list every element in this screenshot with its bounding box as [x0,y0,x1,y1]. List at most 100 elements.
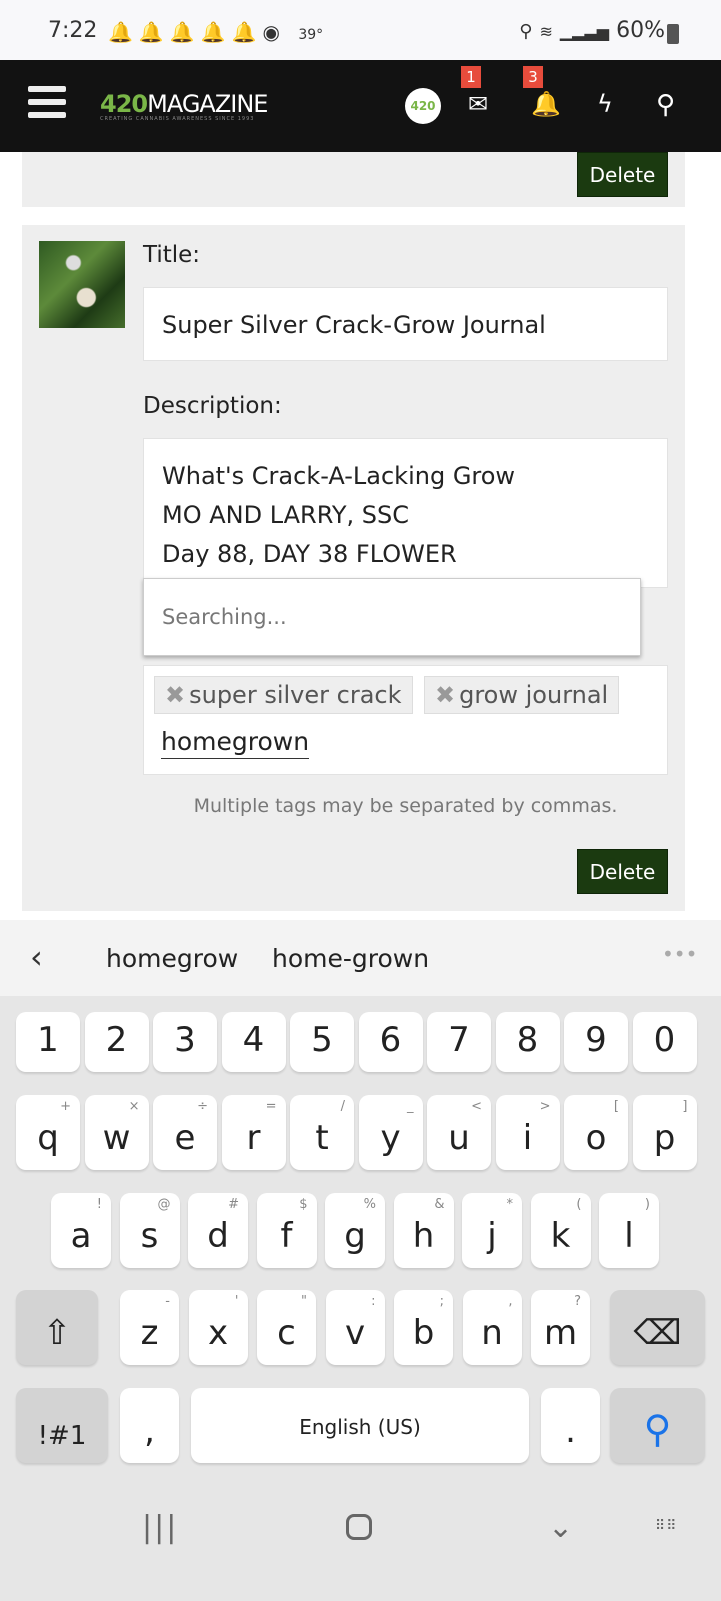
key-alt-label: $ [299,1197,308,1212]
key-alt-label: _ [407,1099,414,1114]
key-label: o [585,1118,607,1158]
key-8[interactable]: 8 [495,1012,560,1072]
suggestion-item[interactable]: homegrow [106,944,238,973]
wifi-icon: ≋ [539,22,553,41]
site-logo[interactable]: 420MAGAZINE CREATING CANNABIS AWARENESS S… [100,90,268,122]
key-p[interactable]: ] p [632,1095,697,1170]
key-alt-label: , [508,1294,513,1309]
key-1[interactable]: 1 [16,1012,80,1072]
key-6[interactable]: 6 [358,1012,423,1072]
key-label: b [412,1313,435,1353]
key-w[interactable]: × w [84,1095,149,1170]
tags-input[interactable]: ✖ super silver crack ✖ grow journal homegr… [143,665,668,775]
media-card: Delete [22,152,685,207]
lightning-icon[interactable]: ϟ [597,90,613,118]
search-icon[interactable]: ⚲ [610,1388,705,1463]
key-c[interactable]: " c [257,1290,316,1365]
key-label: n [481,1313,503,1353]
key-z[interactable]: -z [120,1290,179,1365]
key-j[interactable]: * j [462,1193,522,1268]
remove-tag-icon[interactable]: ✖ [435,681,455,709]
key-d[interactable]: # d [188,1193,248,1268]
key-s[interactable]: @ s [119,1193,180,1268]
key-f[interactable]: $ f [256,1193,317,1268]
key-t[interactable]: / t [290,1095,354,1170]
key-label: x [207,1313,229,1353]
delete-button[interactable]: Delete [577,152,668,197]
key-alt-label: * [506,1197,514,1212]
key-u[interactable]: < u [427,1095,491,1170]
key-alt-label: + [60,1099,71,1114]
key-g[interactable]: % g [325,1193,385,1268]
search-icon[interactable]: ⚲ [656,90,675,120]
remove-tag-icon[interactable]: ✖ [165,681,185,709]
shift-icon[interactable]: ⇧ [16,1290,98,1365]
back-chevron-icon[interactable]: ‹ [30,938,43,976]
delete-button[interactable]: Delete [577,849,668,894]
key-b[interactable]: ; b [394,1290,453,1365]
suggestion-item[interactable]: home-grown [272,944,429,973]
key-label: h [412,1216,435,1256]
keyboard-switch-icon[interactable]: ⠿⠿ [655,1518,678,1534]
hide-keyboard-icon[interactable]: ⌄ [548,1510,573,1545]
key-o[interactable]: [o [564,1095,628,1170]
key-l[interactable]: ) l [599,1193,659,1268]
key-7[interactable]: 7 [427,1012,491,1072]
key-r[interactable]: = r [221,1095,286,1170]
description-textarea[interactable]: What's Crack-A-Lacking Grow MO AND LARRY,… [143,438,668,588]
key-9[interactable]: 9 [564,1012,628,1072]
key-label: 8 [516,1020,539,1060]
period-key[interactable]: . [541,1388,600,1463]
key-h[interactable]: & h [393,1193,454,1268]
key-5[interactable]: 5 [290,1012,354,1072]
key-alt-label: ) [644,1197,650,1212]
key-alt-label: @ [157,1197,171,1212]
key-label: , [144,1411,155,1451]
title-input[interactable]: Super Silver Crack-Grow Journal [143,287,668,361]
key-label: s [140,1216,159,1256]
key-label: 3 [174,1020,196,1060]
more-icon[interactable]: ••• [662,942,697,966]
thumbnail-image[interactable] [39,241,125,328]
key-2[interactable]: 2 [84,1012,149,1072]
key-m[interactable]: ? m [531,1290,590,1365]
key-4[interactable]: 4 [221,1012,286,1072]
mail-icon[interactable]: ✉ [468,90,488,118]
key-q[interactable]: + q [16,1095,80,1170]
description-label: Description: [143,393,282,419]
key-label: 9 [585,1020,607,1060]
backspace-icon[interactable]: ⌫ [610,1290,705,1365]
key-label: 4 [242,1020,265,1060]
key-label: u [448,1118,470,1158]
recents-icon[interactable]: ||| [142,1510,178,1545]
key-label: y [380,1118,401,1158]
key-i[interactable]: > i [495,1095,560,1170]
tag-text-input[interactable]: homegrown [161,726,310,759]
home-icon[interactable] [346,1514,372,1540]
tag-chip: ✖ grow journal [424,676,620,714]
key-label: 7 [448,1020,470,1060]
key-n[interactable]: ,n [462,1290,522,1365]
key-x[interactable]: ' x [188,1290,248,1365]
bell-icon[interactable]: 🔔 [531,90,561,118]
key-label: ⌫ [633,1313,682,1353]
key-label: f [280,1216,293,1256]
key-0[interactable]: 0 [632,1012,697,1072]
key-v[interactable]: :v [325,1290,385,1365]
key-label: English (US) [299,1415,421,1439]
space-key[interactable]: English (US) [191,1388,529,1463]
key-label: . [565,1411,576,1451]
key-a[interactable]: ! a [51,1193,111,1268]
symbols-key[interactable]: !#1 [16,1388,108,1463]
key-label: z [140,1313,159,1353]
key-3[interactable]: 3 [153,1012,217,1072]
key-e[interactable]: ÷ e [153,1095,217,1170]
key-label: !#1 [37,1421,87,1451]
key-y[interactable]: _ y [358,1095,423,1170]
key-alt-label: ( [576,1197,582,1212]
key-label: 2 [105,1020,128,1060]
key-k[interactable]: (k [530,1193,591,1268]
avatar[interactable]: 420 [405,88,441,124]
comma-key[interactable]: , [120,1388,179,1463]
menu-icon[interactable] [28,86,66,122]
